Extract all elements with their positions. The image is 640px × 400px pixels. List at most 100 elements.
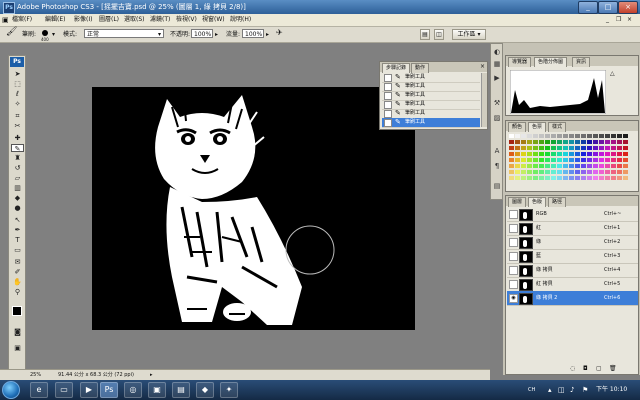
taskbar-photoshop-icon[interactable]: Ps [100, 382, 118, 398]
color-swatch[interactable] [545, 176, 550, 180]
notes-tool-icon[interactable]: ✉ [11, 258, 24, 266]
color-swatch[interactable] [539, 164, 544, 168]
color-swatch[interactable] [533, 164, 538, 168]
brush-tool-icon[interactable]: ✎ [11, 144, 24, 153]
menu-edit[interactable]: 編輯(E) [45, 15, 65, 25]
color-swatch[interactable] [551, 164, 556, 168]
color-swatch[interactable] [557, 164, 562, 168]
channel-row[interactable]: 紅 Ctrl+1 [507, 221, 638, 236]
magic-wand-icon[interactable]: ✧ [11, 100, 24, 108]
color-swatch[interactable] [509, 152, 514, 156]
color-swatch[interactable] [617, 164, 622, 168]
blur-tool-icon[interactable]: ◆ [11, 194, 24, 202]
color-swatch[interactable] [575, 164, 580, 168]
history-scrollbar[interactable] [481, 73, 487, 127]
color-swatch[interactable] [563, 140, 568, 144]
menu-select[interactable]: 選取(S) [124, 15, 145, 25]
color-swatch[interactable] [563, 176, 568, 180]
snapshot-checkbox[interactable] [384, 101, 392, 109]
color-swatch[interactable] [557, 134, 562, 138]
color-swatch[interactable] [611, 170, 616, 174]
zoom-level[interactable]: 25% [30, 370, 41, 380]
close-icon[interactable]: × [618, 1, 638, 14]
color-swatch[interactable] [587, 140, 592, 144]
color-swatch[interactable] [521, 146, 526, 150]
color-swatch[interactable] [551, 152, 556, 156]
menu-image[interactable]: 影像(I) [74, 15, 92, 25]
color-swatch[interactable] [539, 146, 544, 150]
color-swatch[interactable] [533, 140, 538, 144]
dodge-tool-icon[interactable]: ● [11, 204, 24, 212]
color-swatch[interactable] [509, 134, 514, 138]
color-swatch[interactable] [515, 134, 520, 138]
eye-icon[interactable]: ◉ [509, 294, 518, 303]
color-swatch[interactable] [545, 152, 550, 156]
color-swatch[interactable] [545, 170, 550, 174]
color-swatch[interactable] [527, 140, 532, 144]
color-swatch[interactable] [587, 170, 592, 174]
color-swatch[interactable] [617, 140, 622, 144]
color-swatch[interactable] [515, 146, 520, 150]
color-swatch[interactable] [599, 164, 604, 168]
color-swatch[interactable] [617, 134, 622, 138]
color-swatch[interactable] [539, 158, 544, 162]
navigator-icon[interactable]: ◐ [493, 48, 501, 56]
color-swatch[interactable] [539, 170, 544, 174]
tab-color[interactable]: 顏色 [508, 122, 527, 132]
color-swatch[interactable] [605, 176, 610, 180]
color-swatch[interactable] [509, 158, 514, 162]
color-swatch[interactable] [527, 164, 532, 168]
color-swatch[interactable] [515, 170, 520, 174]
color-swatch[interactable] [599, 146, 604, 150]
channel-row[interactable]: RGB Ctrl+~ [507, 207, 638, 222]
tab-paths[interactable]: 路徑 [548, 197, 567, 207]
color-swatch[interactable] [545, 164, 550, 168]
color-swatch[interactable] [617, 152, 622, 156]
workspace-button[interactable]: 工作區 ▾ [452, 29, 486, 40]
color-swatch[interactable] [527, 134, 532, 138]
color-swatch[interactable] [545, 140, 550, 144]
doc-restore-icon[interactable]: ❐ [616, 15, 621, 25]
slice-tool-icon[interactable]: ✂ [11, 122, 24, 130]
taskbar-media-icon[interactable]: ▶ [80, 382, 98, 398]
color-swatch[interactable] [569, 170, 574, 174]
color-swatch[interactable] [593, 152, 598, 156]
color-swatch[interactable] [521, 164, 526, 168]
color-swatch[interactable] [611, 158, 616, 162]
menu-help[interactable]: 說明(H) [230, 15, 251, 25]
color-swatch[interactable] [623, 134, 628, 138]
panel-close-icon[interactable]: × [480, 62, 485, 71]
character-icon[interactable]: A [493, 147, 501, 155]
color-swatch[interactable] [587, 152, 592, 156]
eraser-tool-icon[interactable]: ▱ [11, 174, 24, 182]
gradient-tool-icon[interactable]: ▥ [11, 184, 24, 192]
color-swatch[interactable] [569, 146, 574, 150]
info-icon[interactable]: ▦ [493, 60, 501, 68]
snapshot-checkbox[interactable] [384, 83, 392, 91]
color-swatch[interactable] [563, 164, 568, 168]
taskbar-ie-icon[interactable]: e [30, 382, 48, 398]
color-swatch[interactable] [593, 146, 598, 150]
maximize-icon[interactable]: □ [598, 1, 618, 14]
color-swatch[interactable] [593, 134, 598, 138]
color-swatch[interactable] [515, 158, 520, 162]
color-swatch[interactable] [569, 140, 574, 144]
visibility-toggle[interactable] [509, 266, 518, 275]
color-swatch[interactable] [569, 152, 574, 156]
color-swatch[interactable] [557, 176, 562, 180]
color-swatch[interactable] [611, 176, 616, 180]
flow-input[interactable]: 100% [242, 29, 264, 38]
history-brush-icon[interactable]: ↺ [11, 164, 24, 172]
delete-channel-icon[interactable]: 🗑 [609, 365, 617, 372]
color-swatch[interactable] [515, 176, 520, 180]
color-swatch[interactable] [545, 146, 550, 150]
color-swatch[interactable] [509, 140, 514, 144]
foreground-color-swatch[interactable] [12, 306, 22, 316]
color-swatch[interactable] [623, 146, 628, 150]
opacity-input[interactable]: 100% [191, 29, 213, 38]
quick-mask-icon[interactable]: ◙ [11, 328, 24, 336]
visibility-toggle[interactable] [509, 210, 518, 219]
color-swatch[interactable] [527, 170, 532, 174]
color-swatch[interactable] [551, 158, 556, 162]
menu-filter[interactable]: 濾鏡(T) [150, 15, 170, 25]
